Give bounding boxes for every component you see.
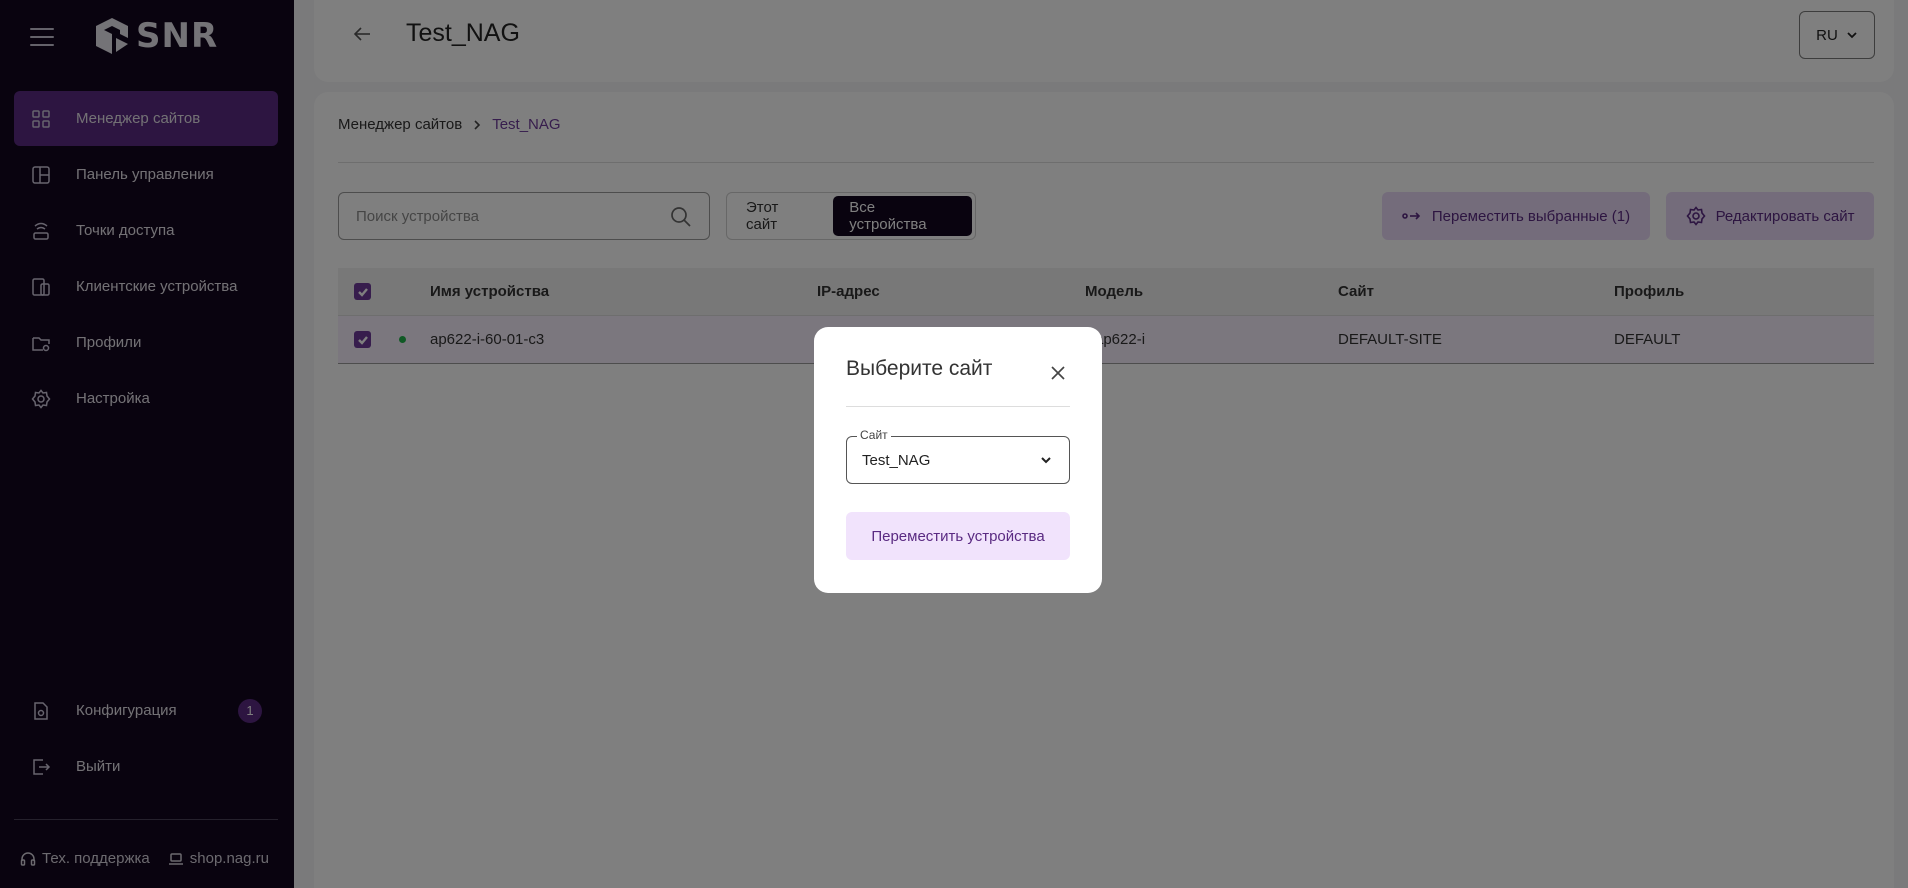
move-devices-button[interactable]: Переместить устройства — [846, 512, 1070, 560]
site-select-label: Сайт — [857, 428, 891, 442]
dialog-divider — [846, 406, 1070, 407]
site-select[interactable]: Сайт Test_NAG — [846, 428, 1070, 484]
close-icon[interactable] — [1048, 363, 1068, 383]
dialog-title: Выберите сайт — [846, 357, 993, 380]
chevron-down-icon — [1041, 457, 1051, 464]
site-select-value: Test_NAG — [862, 452, 931, 469]
select-site-dialog: Выберите сайт Сайт Test_NAG Переместить … — [814, 327, 1102, 593]
